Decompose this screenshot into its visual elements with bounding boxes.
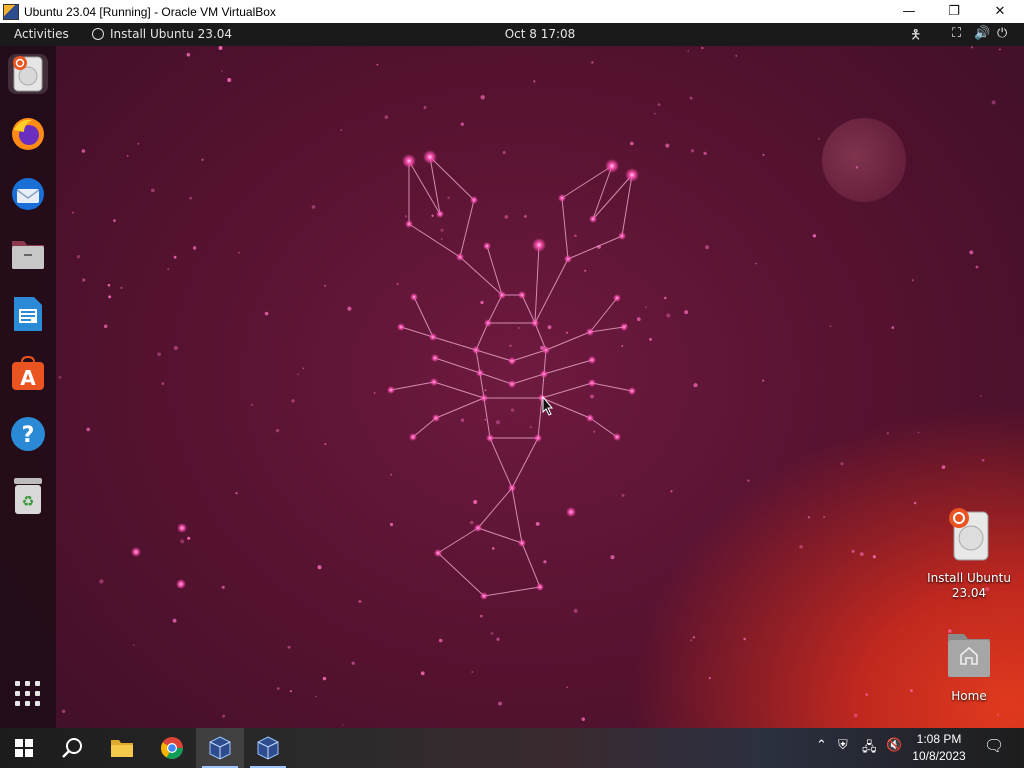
power-icon[interactable]: ⏻ xyxy=(997,26,1007,41)
taskbar-virtualbox-vm[interactable] xyxy=(196,728,244,768)
thunderbird-icon xyxy=(12,178,44,210)
search-button[interactable] xyxy=(48,728,96,768)
window-titlebar[interactable]: Ubuntu 23.04 [Running] - Oracle VM Virtu… xyxy=(0,0,1024,23)
taskbar-clock[interactable]: 1:08 PM 10/8/2023 xyxy=(906,731,972,765)
tray-network-icon[interactable]: 🖧 xyxy=(862,738,877,760)
search-icon xyxy=(62,738,82,758)
app-store-icon: A xyxy=(12,356,44,390)
desktop-icon-home[interactable]: Home xyxy=(924,626,1014,703)
start-button[interactable] xyxy=(0,728,48,768)
desktop[interactable]: Install Ubuntu 23.04 Home xyxy=(0,46,1024,728)
svg-text:?: ? xyxy=(22,423,35,448)
taskbar-chrome[interactable] xyxy=(148,728,196,768)
tray-volume-muted-icon[interactable]: 🔇 xyxy=(886,738,902,753)
file-explorer-icon xyxy=(111,740,133,757)
app-grid-icon xyxy=(15,681,40,706)
dock-item-firefox[interactable] xyxy=(8,114,48,154)
dock-item-trash[interactable]: ♻ xyxy=(8,476,48,516)
virtualbox-app-icon xyxy=(3,3,19,20)
network-icon[interactable]: ⛶ xyxy=(952,26,961,41)
desktop-icon-install[interactable]: Install Ubuntu 23.04 xyxy=(924,508,1014,601)
dock-item-thunderbird[interactable] xyxy=(8,174,48,214)
wallpaper-constellation xyxy=(58,46,1001,726)
volume-icon[interactable]: 🔊 xyxy=(974,26,990,41)
trash-icon: ♻ xyxy=(14,478,42,514)
virtualbox-icon xyxy=(209,736,231,760)
notification-center-icon[interactable]: 🗨 xyxy=(984,736,1004,755)
dock-item-help[interactable]: ? xyxy=(8,414,48,454)
app-menu-label: Install Ubuntu 23.04 xyxy=(110,27,233,41)
dock-item-files[interactable] xyxy=(8,234,48,274)
desktop-icon-label: Home xyxy=(951,689,987,703)
close-button[interactable]: ✕ xyxy=(977,0,1023,23)
dock-item-install-ubuntu[interactable] xyxy=(8,54,48,94)
close-icon: ✕ xyxy=(994,4,1006,19)
files-icon xyxy=(12,241,44,269)
installer-disk-icon xyxy=(949,508,989,561)
svg-text:♻: ♻ xyxy=(22,494,35,510)
ubuntu-top-panel: Activities Install Ubuntu 23.04 Oct 8 17… xyxy=(0,23,1024,46)
dock-item-app-center[interactable]: A xyxy=(8,354,48,394)
tray-app-icon[interactable]: ⛨ xyxy=(838,738,848,753)
svg-text:A: A xyxy=(20,366,36,390)
virtualbox-icon xyxy=(257,736,279,760)
firefox-icon xyxy=(12,118,44,150)
restore-icon: ❐ xyxy=(948,4,960,19)
installer-icon xyxy=(92,28,104,40)
windows-logo-icon xyxy=(15,739,33,757)
writer-icon xyxy=(14,297,42,331)
dock-show-apps[interactable] xyxy=(8,674,48,714)
accessibility-icon[interactable]: 🯅 xyxy=(910,26,921,48)
installer-disk-icon xyxy=(13,56,43,92)
minimize-icon: — xyxy=(902,4,916,19)
minimize-button[interactable]: — xyxy=(886,0,932,23)
windows-taskbar: ⌃ ⛨ 🖧 🔇 1:08 PM 10/8/2023 🗨 xyxy=(0,728,1024,768)
restore-button[interactable]: ❐ xyxy=(931,0,977,23)
tray-overflow-icon[interactable]: ⌃ xyxy=(816,738,827,753)
taskbar-time: 1:08 PM xyxy=(916,732,962,746)
home-folder-icon xyxy=(948,634,990,677)
taskbar-virtualbox-manager[interactable] xyxy=(244,728,292,768)
taskbar-date: 10/8/2023 xyxy=(912,749,966,763)
desktop-icon-label: Install Ubuntu 23.04 xyxy=(927,571,1011,600)
dock-item-writer[interactable] xyxy=(8,294,48,334)
taskbar-file-explorer[interactable] xyxy=(98,728,146,768)
app-menu[interactable]: Install Ubuntu 23.04 xyxy=(92,27,232,41)
ubuntu-dock: A ? ♻ xyxy=(0,46,56,728)
help-icon: ? xyxy=(11,417,45,451)
window-title: Ubuntu 23.04 [Running] - Oracle VM Virtu… xyxy=(24,4,276,19)
activities-button[interactable]: Activities xyxy=(14,27,69,41)
chrome-icon xyxy=(161,737,183,759)
